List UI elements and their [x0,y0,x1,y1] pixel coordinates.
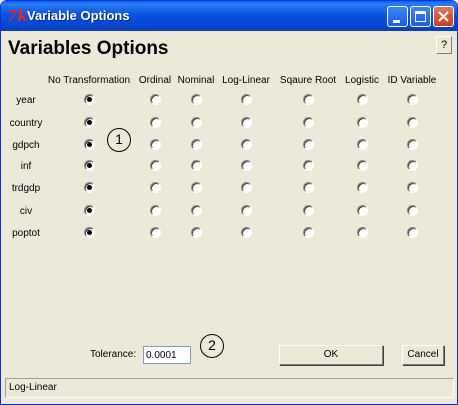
radio-button[interactable] [84,139,95,150]
radio-button[interactable] [191,94,202,105]
radio-button[interactable] [357,139,368,150]
radio-button[interactable] [191,160,202,171]
page-title: Variables Options [8,38,169,59]
radio-button[interactable] [191,227,202,238]
radio-button[interactable] [407,182,418,193]
status-bar: Log-Linear [5,378,454,398]
titlebar[interactable]: 7k Variable Options [1,1,457,31]
callout-2: 2 [200,334,224,358]
radio-button[interactable] [303,160,314,171]
radio-button[interactable] [191,117,202,128]
window-title: Variable Options [27,8,130,23]
column-header: Nominal [177,75,215,86]
radio-button[interactable] [303,117,314,128]
radio-button[interactable] [150,117,161,128]
radio-button[interactable] [241,227,252,238]
radio-button[interactable] [150,94,161,105]
column-header: Ordinal [138,75,172,86]
radio-button[interactable] [357,227,368,238]
radio-button[interactable] [303,227,314,238]
radio-button[interactable] [357,182,368,193]
radio-button[interactable] [84,117,95,128]
close-button[interactable] [433,6,454,27]
row-label: civ [19,206,33,217]
radio-button[interactable] [150,227,161,238]
radio-button[interactable] [407,94,418,105]
maximize-button[interactable] [410,6,431,27]
callout-1: 1 [107,128,131,152]
radio-button[interactable] [357,205,368,216]
row-label: year [16,95,36,106]
radio-button[interactable] [191,205,202,216]
radio-button[interactable] [407,160,418,171]
radio-button[interactable] [241,160,252,171]
radio-button[interactable] [407,205,418,216]
variable-options-window: 7k Variable Options ? Variables Options … [0,0,458,405]
column-header: No Transformation [47,75,131,86]
radio-button[interactable] [241,117,252,128]
radio-button[interactable] [84,160,95,171]
radio-button[interactable] [191,182,202,193]
row-label: country [9,118,43,129]
radio-button[interactable] [191,139,202,150]
radio-button[interactable] [241,182,252,193]
radio-button[interactable] [150,160,161,171]
help-button[interactable]: ? [436,36,452,54]
minimize-button[interactable] [387,6,408,27]
radio-button[interactable] [84,94,95,105]
tolerance-label: Tolerance: [90,349,137,360]
row-label: inf [20,161,32,172]
radio-button[interactable] [303,94,314,105]
radio-button[interactable] [407,139,418,150]
radio-button[interactable] [303,139,314,150]
radio-button[interactable] [241,139,252,150]
radio-button[interactable] [357,160,368,171]
cancel-button[interactable]: Cancel [402,345,444,365]
radio-button[interactable] [303,182,314,193]
radio-button[interactable] [84,227,95,238]
column-header: Sqaure Root [279,75,337,86]
column-header: Log-Linear [222,75,270,86]
radio-button[interactable] [357,117,368,128]
row-label: trdgdp [11,183,41,194]
radio-button[interactable] [84,205,95,216]
radio-button[interactable] [407,227,418,238]
column-header: Logistic [345,75,379,86]
radio-button[interactable] [357,94,368,105]
radio-button[interactable] [84,182,95,193]
radio-button[interactable] [150,205,161,216]
radio-button[interactable] [303,205,314,216]
column-header: ID Variable [387,75,437,86]
maximize-icon [415,11,426,22]
radio-button[interactable] [150,139,161,150]
row-label: poptot [12,228,40,239]
tolerance-input[interactable] [143,346,191,364]
radio-button[interactable] [150,182,161,193]
radio-button[interactable] [241,205,252,216]
tk-feather-icon: 7k [7,7,28,25]
close-icon [438,11,449,22]
radio-button[interactable] [407,117,418,128]
radio-button[interactable] [241,94,252,105]
ok-button[interactable]: OK [279,345,383,365]
minimize-icon [393,20,400,23]
row-label: gdpch [12,140,40,151]
